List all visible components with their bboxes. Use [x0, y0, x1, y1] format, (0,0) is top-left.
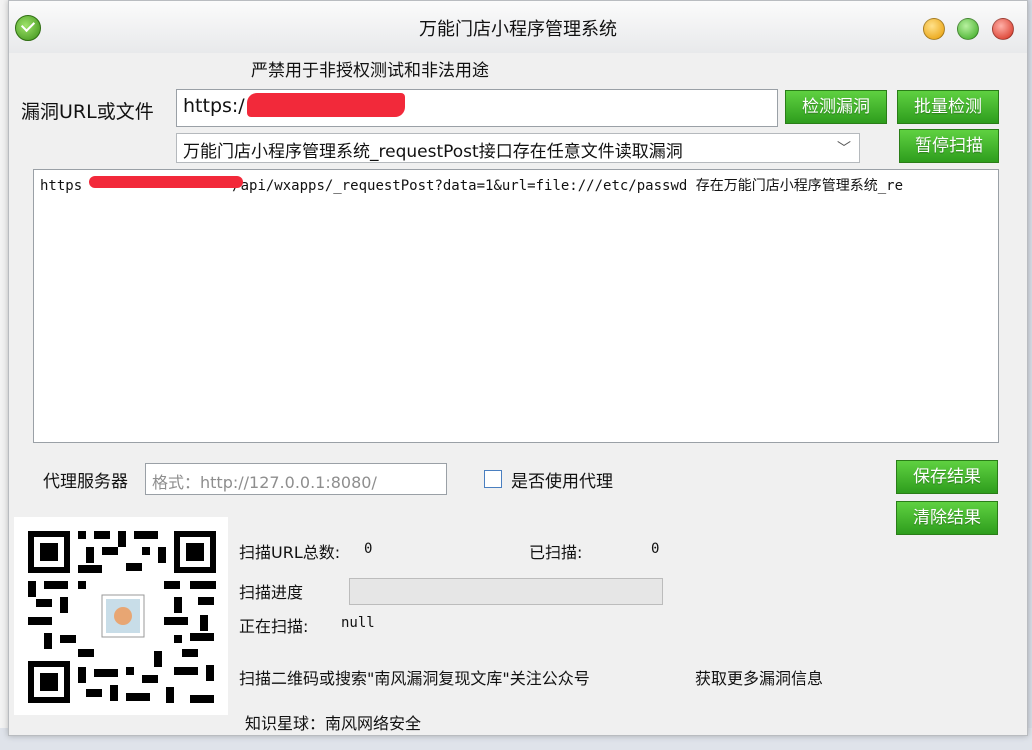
app-window: 万能门店小程序管理系统 严禁用于非授权测试和非法用途 漏洞URL或文件 http… — [8, 0, 1028, 736]
vuln-select-value: 万能门店小程序管理系统_requestPost接口存在任意文件读取漏洞 — [183, 142, 683, 162]
qr-instruction-text: 扫描二维码或搜索"南风漏洞复现文库"关注公众号 — [239, 669, 590, 688]
scan-progress-bar — [349, 578, 663, 605]
detect-button[interactable]: 检测漏洞 — [785, 90, 887, 124]
knowledge-planet-text: 知识星球：南风网络安全 — [245, 714, 422, 733]
scanning-value: null — [341, 615, 375, 631]
minimize-button[interactable] — [923, 18, 945, 40]
pause-scan-button[interactable]: 暂停扫描 — [899, 129, 999, 163]
clear-results-button[interactable]: 清除结果 — [896, 501, 998, 535]
scanned-label: 已扫描: — [529, 543, 583, 562]
vuln-select[interactable]: 万能门店小程序管理系统_requestPost接口存在任意文件读取漏洞 ﹀ — [176, 133, 860, 163]
chevron-down-icon: ﹀ — [837, 141, 851, 157]
title-bar: 万能门店小程序管理系统 — [9, 1, 1027, 53]
background-window-edge — [0, 0, 8, 750]
result-output[interactable]: https/api/wxapps/_requestPost?data=1&url… — [33, 169, 999, 443]
url-label: 漏洞URL或文件 — [21, 101, 154, 123]
scanned-value: 0 — [651, 541, 660, 557]
redaction-mark — [247, 93, 405, 117]
redaction-mark — [89, 176, 243, 188]
proxy-label: 代理服务器 — [43, 472, 128, 492]
batch-detect-button[interactable]: 批量检测 — [897, 90, 999, 124]
proxy-placeholder: 格式：http://127.0.0.1:8080/ — [152, 473, 377, 492]
maximize-button[interactable] — [957, 18, 979, 40]
use-proxy-label: 是否使用代理 — [511, 472, 613, 492]
qr-code — [14, 517, 228, 715]
result-line-prefix: https — [40, 178, 83, 194]
proxy-input[interactable]: 格式：http://127.0.0.1:8080/ — [145, 463, 447, 495]
qr-code-graphic — [14, 517, 228, 715]
warning-text: 严禁用于非授权测试和非法用途 — [251, 61, 489, 81]
result-line-rest: /api/wxapps/_requestPost?data=1&url=file… — [232, 178, 904, 194]
window-title: 万能门店小程序管理系统 — [419, 19, 617, 40]
use-proxy-checkbox[interactable] — [484, 470, 502, 488]
url-value: https:/ — [183, 95, 245, 117]
close-button[interactable] — [992, 18, 1014, 40]
more-info-text: 获取更多漏洞信息 — [695, 669, 824, 688]
total-urls-label: 扫描URL总数: — [239, 543, 341, 562]
total-urls-value: 0 — [364, 541, 373, 557]
scanning-label: 正在扫描: — [239, 617, 309, 636]
progress-label: 扫描进度 — [239, 583, 304, 602]
save-results-button[interactable]: 保存结果 — [896, 460, 998, 494]
